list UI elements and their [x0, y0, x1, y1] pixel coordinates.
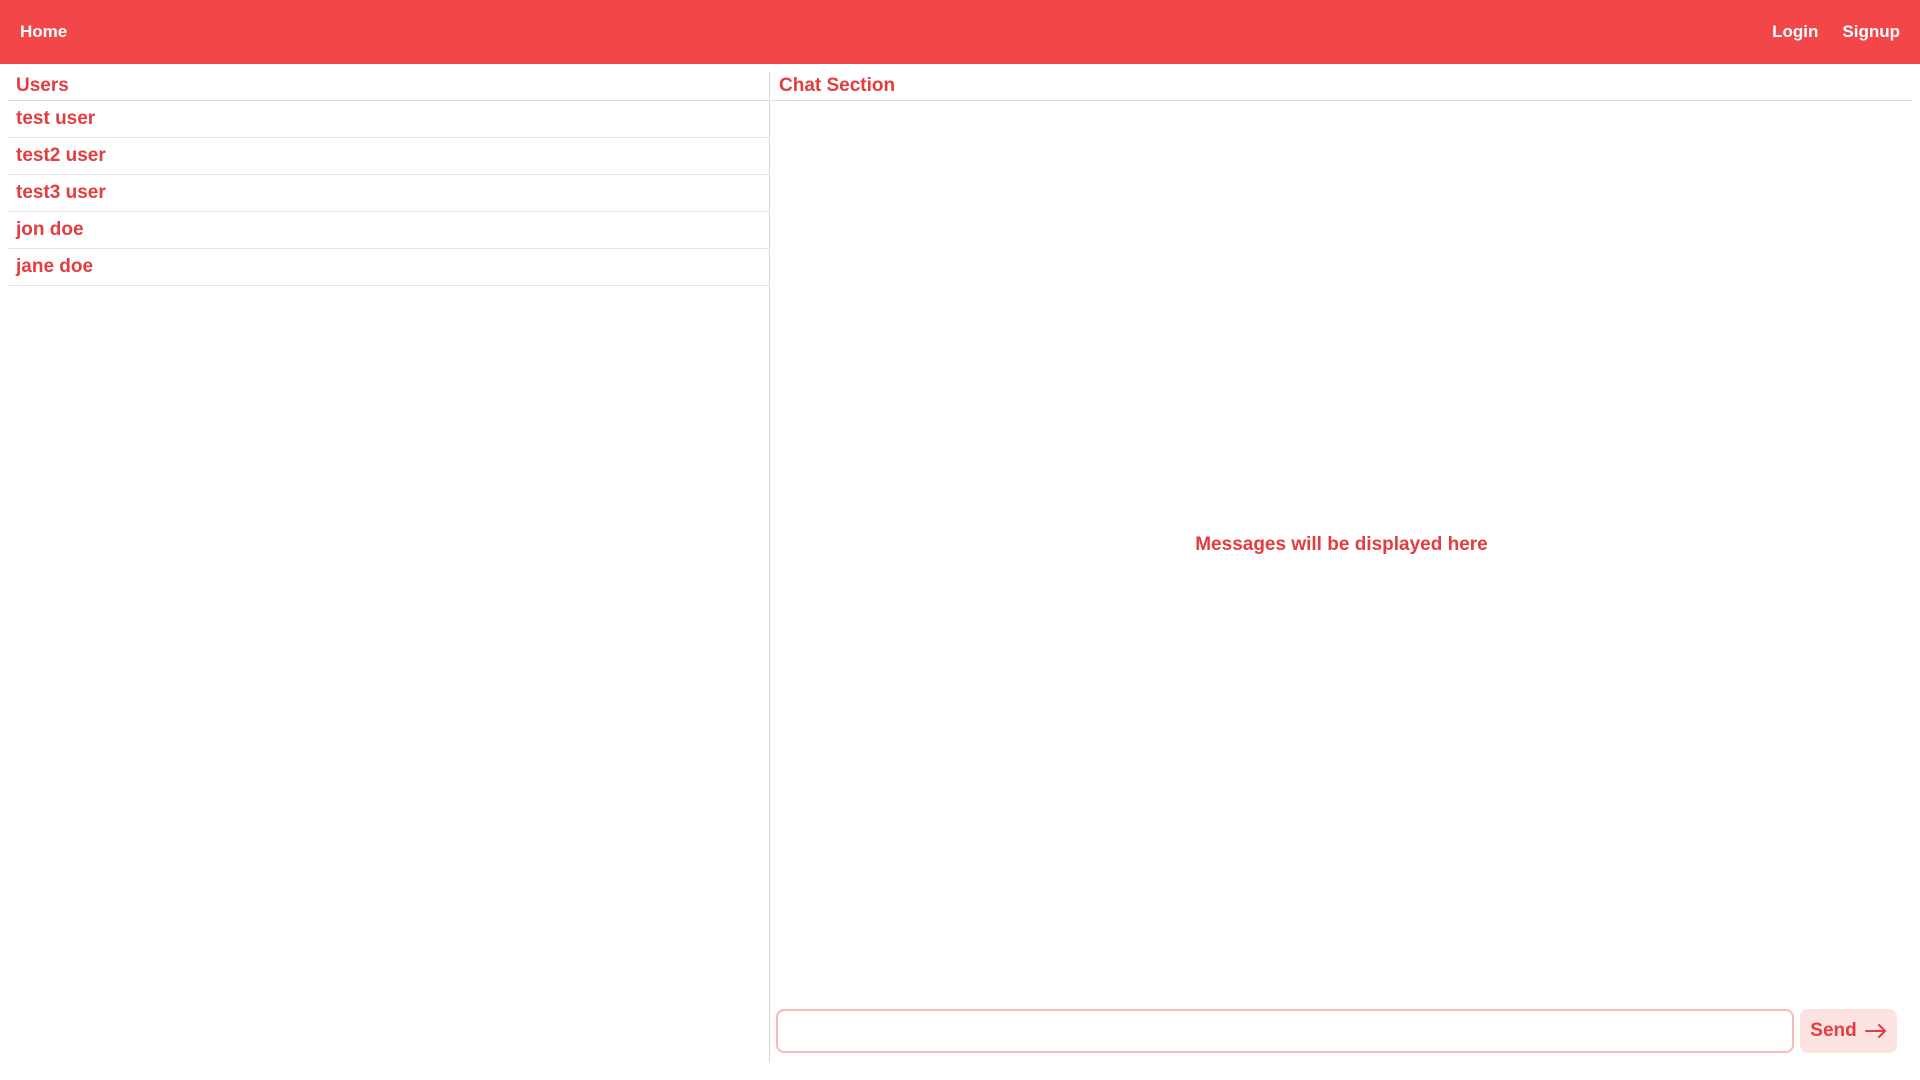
users-title: Users — [8, 72, 769, 101]
message-input[interactable] — [776, 1009, 1794, 1053]
auth-links: Login Signup — [1772, 22, 1900, 42]
arrow-right-icon — [1864, 1024, 1887, 1038]
send-button[interactable]: Send — [1800, 1009, 1897, 1053]
user-item[interactable]: test3 user — [8, 175, 769, 212]
empty-chat-message: Messages will be displayed here — [1195, 534, 1488, 555]
user-item[interactable]: test2 user — [8, 138, 769, 175]
signup-link[interactable]: Signup — [1842, 22, 1900, 42]
chat-panel: Chat Section Messages will be displayed … — [771, 72, 1912, 1062]
users-list: test user test2 user test3 user jon doe … — [8, 101, 769, 286]
users-panel: Users test user test2 user test3 user jo… — [8, 72, 770, 1062]
user-item[interactable]: jon doe — [8, 212, 769, 249]
home-link[interactable]: Home — [20, 22, 67, 42]
login-link[interactable]: Login — [1772, 22, 1818, 42]
user-item[interactable]: test user — [8, 101, 769, 138]
user-item[interactable]: jane doe — [8, 249, 769, 286]
message-composer: Send — [776, 1009, 1897, 1053]
send-label: Send — [1810, 1020, 1857, 1041]
chat-title: Chat Section — [771, 72, 1912, 101]
top-navbar: Home Login Signup — [0, 0, 1920, 64]
